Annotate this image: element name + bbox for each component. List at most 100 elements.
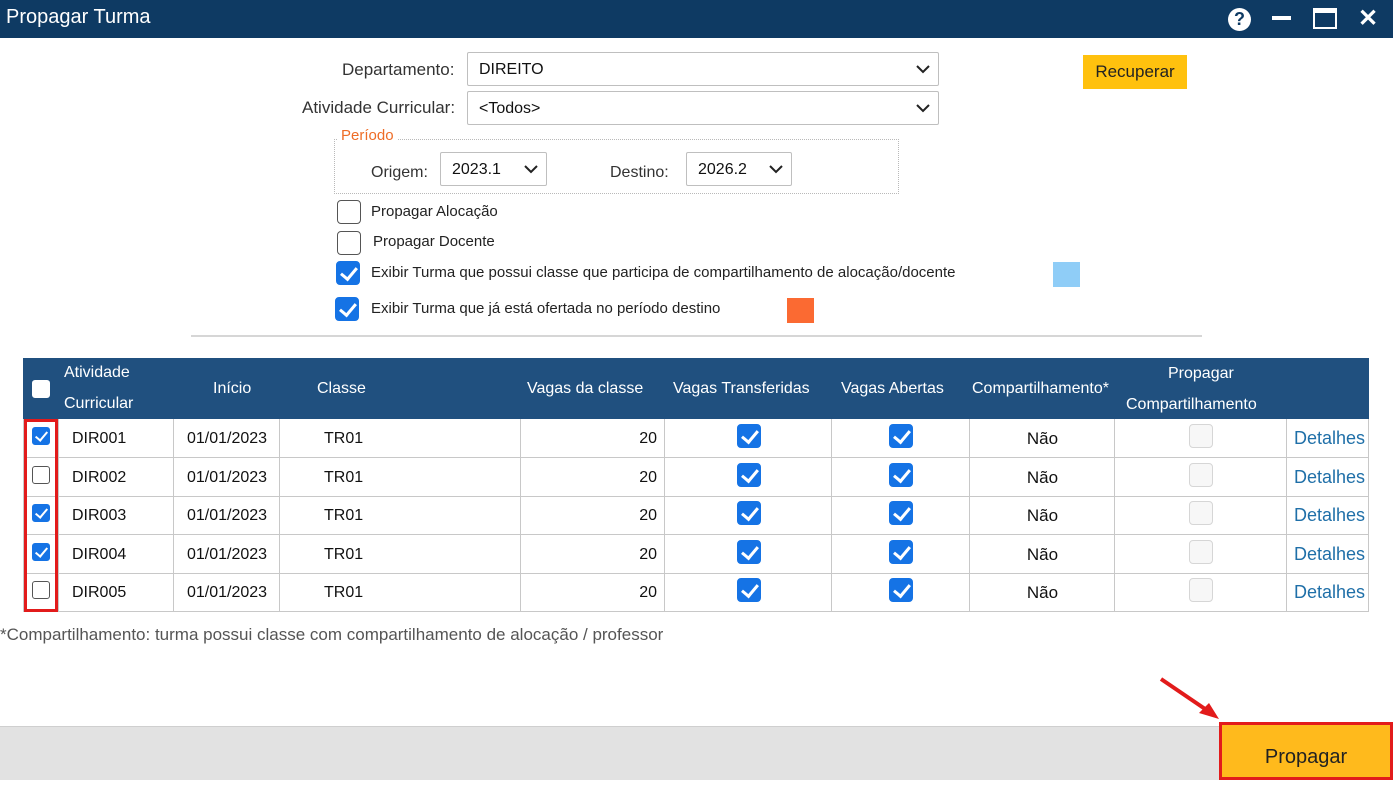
header-vagas-classe: Vagas da classe	[527, 380, 644, 397]
inicio-value: 01/01/2023	[186, 545, 268, 563]
header-vagas-transferidas: Vagas Transferidas	[673, 380, 810, 397]
propagar-docente-checkbox[interactable]	[337, 231, 361, 255]
cell-atividade: DIR005	[58, 573, 173, 613]
table-row: DIR005 01/01/2023 TR01 20 Não Detalhes	[23, 573, 1369, 613]
cell-detalhes: Detalhes	[1286, 496, 1369, 536]
cell-propagar	[1114, 496, 1286, 536]
minimize-button[interactable]	[1268, 5, 1296, 33]
compartilhamento-color-swatch	[1053, 262, 1080, 287]
exibir-compartilhamento-label: Exibir Turma que possui classe que parti…	[371, 264, 956, 281]
classe-value: TR01	[324, 468, 364, 486]
maximize-icon	[1313, 8, 1337, 29]
compartilhamento-value: Não	[1026, 467, 1059, 487]
cell-classe: TR01	[279, 573, 520, 613]
departamento-label: Departamento:	[342, 60, 455, 79]
propagar-alocacao-checkbox[interactable]	[337, 200, 361, 224]
cell-vagas: 20	[520, 534, 664, 574]
compartilhamento-value: Não	[1026, 506, 1059, 526]
exibir-ofertada-label: Exibir Turma que já está ofertada no per…	[371, 300, 721, 317]
cell-inicio: 01/01/2023	[173, 573, 279, 613]
cell-transferidas	[664, 496, 831, 536]
cell-inicio: 01/01/2023	[173, 496, 279, 536]
cell-vagas: 20	[520, 457, 664, 497]
transferidas-checkbox[interactable]	[736, 539, 761, 564]
propagar-checkbox	[1189, 424, 1213, 448]
compartilhamento-value: Não	[1026, 583, 1059, 603]
abertas-checkbox[interactable]	[889, 539, 913, 564]
header-inicio: Início	[213, 380, 252, 397]
cell-compartilhamento: Não	[969, 496, 1114, 536]
cell-abertas	[831, 573, 969, 613]
abertas-checkbox[interactable]	[889, 501, 913, 526]
cell-abertas	[831, 496, 969, 536]
detalhes-value[interactable]: Detalhes	[1294, 467, 1365, 488]
propagar-checkbox	[1189, 539, 1213, 564]
atividade-value: <Todos>	[479, 100, 541, 117]
origem-select[interactable]: 2023.1	[440, 152, 547, 186]
compartilhamento-value: Não	[1026, 544, 1059, 564]
cell-transferidas	[664, 573, 831, 613]
detalhes-value[interactable]: Detalhes	[1294, 428, 1365, 449]
cell-compartilhamento: Não	[969, 573, 1114, 613]
help-button[interactable]: ?	[1225, 5, 1253, 33]
header-propagar-line1: Propagar	[1168, 365, 1234, 382]
close-icon: ✕	[1357, 5, 1379, 32]
atividade-value: DIR002	[72, 468, 127, 486]
exibir-ofertada-checkbox[interactable]	[335, 297, 359, 321]
destino-select[interactable]: 2026.2	[686, 152, 792, 186]
atividade-value: DIR001	[72, 430, 127, 447]
recuperar-button[interactable]: Recuperar	[1083, 55, 1187, 89]
cell-vagas: 20	[520, 419, 664, 458]
abertas-checkbox[interactable]	[889, 462, 913, 487]
classe-value: TR01	[324, 584, 364, 602]
abertas-checkbox[interactable]	[889, 578, 913, 603]
exibir-compartilhamento-checkbox[interactable]	[336, 261, 360, 285]
select-all-checkbox[interactable]	[32, 380, 50, 398]
cell-propagar	[1114, 534, 1286, 574]
detalhes-value[interactable]: Detalhes	[1294, 582, 1365, 603]
cell-compartilhamento: Não	[969, 457, 1114, 497]
vagas-value: 20	[639, 468, 657, 486]
chevron-down-icon	[524, 165, 538, 174]
classe-value: TR01	[324, 545, 364, 563]
transferidas-checkbox[interactable]	[736, 462, 761, 487]
atividade-select[interactable]: <Todos>	[467, 91, 939, 125]
header-propagar-line2: Compartilhamento	[1126, 396, 1257, 413]
atividade-label: Atividade Curricular:	[302, 98, 456, 117]
footnote: *Compartilhamento: turma possui classe c…	[0, 625, 664, 644]
abertas-checkbox[interactable]	[889, 424, 913, 448]
propagar-docente-label: Propagar Docente	[373, 233, 495, 250]
propagar-button[interactable]: Propagar	[1219, 722, 1393, 780]
chevron-down-icon	[769, 165, 783, 174]
cell-transferidas	[664, 534, 831, 574]
atividade-value: DIR003	[72, 507, 127, 525]
cell-abertas	[831, 457, 969, 497]
origem-value: 2023.1	[452, 161, 501, 178]
cell-transferidas	[664, 419, 831, 458]
table-row: DIR002 01/01/2023 TR01 20 Não Detalhes	[23, 457, 1369, 497]
close-button[interactable]: ✕	[1354, 5, 1382, 33]
destino-label: Destino:	[610, 164, 669, 181]
transferidas-checkbox[interactable]	[736, 424, 761, 448]
maximize-button[interactable]	[1311, 5, 1339, 33]
transferidas-checkbox[interactable]	[736, 578, 761, 603]
header-compartilhamento: Compartilhamento*	[972, 380, 1109, 397]
departamento-select[interactable]: DIREITO	[467, 52, 939, 86]
propagar-checkbox	[1189, 462, 1213, 487]
table-header: Atividade Curricular Início Classe Vagas…	[23, 358, 1369, 419]
cell-transferidas	[664, 457, 831, 497]
cell-abertas	[831, 419, 969, 458]
cell-propagar	[1114, 457, 1286, 497]
detalhes-value[interactable]: Detalhes	[1294, 544, 1365, 565]
propagar-checkbox	[1189, 578, 1213, 603]
arrow-annotation-icon	[1159, 677, 1219, 719]
transferidas-checkbox[interactable]	[736, 501, 761, 526]
detalhes-value[interactable]: Detalhes	[1294, 505, 1365, 526]
chevron-down-icon	[916, 65, 930, 74]
cell-propagar	[1114, 573, 1286, 613]
table-row: DIR003 01/01/2023 TR01 20 Não Detalhes	[23, 496, 1369, 536]
cell-atividade: DIR002	[58, 457, 173, 497]
inicio-value: 01/01/2023	[186, 584, 268, 602]
classe-value: TR01	[324, 430, 364, 447]
departamento-value: DIREITO	[479, 61, 544, 78]
